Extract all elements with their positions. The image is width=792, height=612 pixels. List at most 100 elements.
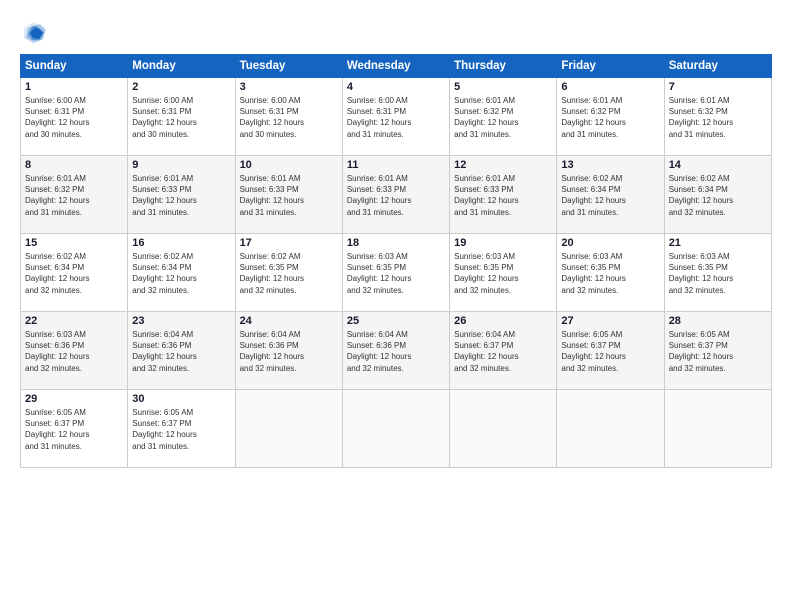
day-number: 10	[240, 159, 338, 171]
day-info: Sunrise: 6:02 AM Sunset: 6:34 PM Dayligh…	[561, 173, 659, 218]
day-number: 29	[25, 393, 123, 405]
calendar-cell: 26 Sunrise: 6:04 AM Sunset: 6:37 PM Dayli…	[450, 312, 557, 390]
calendar-cell: 9 Sunrise: 6:01 AM Sunset: 6:33 PM Daylig…	[128, 156, 235, 234]
day-number: 3	[240, 81, 338, 93]
day-info: Sunrise: 6:00 AM Sunset: 6:31 PM Dayligh…	[132, 95, 230, 140]
calendar-cell: 22 Sunrise: 6:03 AM Sunset: 6:36 PM Dayli…	[21, 312, 128, 390]
day-info: Sunrise: 6:03 AM Sunset: 6:35 PM Dayligh…	[454, 251, 552, 296]
day-number: 16	[132, 237, 230, 249]
week-row-3: 15 Sunrise: 6:02 AM Sunset: 6:34 PM Dayli…	[21, 234, 772, 312]
day-info: Sunrise: 6:01 AM Sunset: 6:33 PM Dayligh…	[347, 173, 445, 218]
day-info: Sunrise: 6:05 AM Sunset: 6:37 PM Dayligh…	[132, 407, 230, 452]
calendar-cell: 7 Sunrise: 6:01 AM Sunset: 6:32 PM Daylig…	[664, 78, 771, 156]
day-number: 25	[347, 315, 445, 327]
weekday-header-row: SundayMondayTuesdayWednesdayThursdayFrid…	[21, 55, 772, 78]
day-number: 18	[347, 237, 445, 249]
header	[20, 18, 772, 46]
page: SundayMondayTuesdayWednesdayThursdayFrid…	[0, 0, 792, 612]
day-number: 15	[25, 237, 123, 249]
calendar-cell: 5 Sunrise: 6:01 AM Sunset: 6:32 PM Daylig…	[450, 78, 557, 156]
calendar-cell: 14Sunrise: 6:02 AM Sunset: 6:34 PM Dayli…	[664, 156, 771, 234]
day-info: Sunrise: 6:01 AM Sunset: 6:32 PM Dayligh…	[561, 95, 659, 140]
calendar-cell	[557, 390, 664, 468]
calendar-cell: 1 Sunrise: 6:00 AM Sunset: 6:31 PM Daylig…	[21, 78, 128, 156]
weekday-header-sunday: Sunday	[21, 55, 128, 78]
calendar-cell: 18 Sunrise: 6:03 AM Sunset: 6:35 PM Dayli…	[342, 234, 449, 312]
day-number: 1	[25, 81, 123, 93]
calendar-cell: 25 Sunrise: 6:04 AM Sunset: 6:36 PM Dayli…	[342, 312, 449, 390]
day-info: Sunrise: 6:02 AM Sunset: 6:35 PM Dayligh…	[240, 251, 338, 296]
day-info: Sunrise: 6:03 AM Sunset: 6:35 PM Dayligh…	[347, 251, 445, 296]
day-number: 19	[454, 237, 552, 249]
day-info: Sunrise: 6:05 AM Sunset: 6:37 PM Dayligh…	[561, 329, 659, 374]
calendar-cell: 16Sunrise: 6:02 AM Sunset: 6:34 PM Dayli…	[128, 234, 235, 312]
day-number: 20	[561, 237, 659, 249]
day-info: Sunrise: 6:01 AM Sunset: 6:33 PM Dayligh…	[132, 173, 230, 218]
calendar-cell: 19 Sunrise: 6:03 AM Sunset: 6:35 PM Dayli…	[450, 234, 557, 312]
weekday-header-tuesday: Tuesday	[235, 55, 342, 78]
day-info: Sunrise: 6:02 AM Sunset: 6:34 PM Dayligh…	[25, 251, 123, 296]
day-info: Sunrise: 6:05 AM Sunset: 6:37 PM Dayligh…	[669, 329, 767, 374]
day-info: Sunrise: 6:03 AM Sunset: 6:36 PM Dayligh…	[25, 329, 123, 374]
calendar-cell	[235, 390, 342, 468]
calendar-cell: 21Sunrise: 6:03 AM Sunset: 6:35 PM Dayli…	[664, 234, 771, 312]
day-number: 13	[561, 159, 659, 171]
calendar-cell: 8 Sunrise: 6:01 AM Sunset: 6:32 PM Daylig…	[21, 156, 128, 234]
day-number: 7	[669, 81, 767, 93]
day-info: Sunrise: 6:04 AM Sunset: 6:36 PM Dayligh…	[347, 329, 445, 374]
day-number: 24	[240, 315, 338, 327]
calendar-cell: 23Sunrise: 6:04 AM Sunset: 6:36 PM Dayli…	[128, 312, 235, 390]
calendar-cell: 17 Sunrise: 6:02 AM Sunset: 6:35 PM Dayli…	[235, 234, 342, 312]
calendar-cell	[664, 390, 771, 468]
day-info: Sunrise: 6:04 AM Sunset: 6:36 PM Dayligh…	[240, 329, 338, 374]
weekday-header-monday: Monday	[128, 55, 235, 78]
calendar-cell: 30 Sunrise: 6:05 AM Sunset: 6:37 PM Dayli…	[128, 390, 235, 468]
weekday-header-thursday: Thursday	[450, 55, 557, 78]
day-number: 30	[132, 393, 230, 405]
calendar-cell: 28 Sunrise: 6:05 AM Sunset: 6:37 PM Dayli…	[664, 312, 771, 390]
day-number: 4	[347, 81, 445, 93]
day-info: Sunrise: 6:00 AM Sunset: 6:31 PM Dayligh…	[25, 95, 123, 140]
calendar-cell: 27 Sunrise: 6:05 AM Sunset: 6:37 PM Dayli…	[557, 312, 664, 390]
calendar-cell: 4 Sunrise: 6:00 AM Sunset: 6:31 PM Daylig…	[342, 78, 449, 156]
day-number: 26	[454, 315, 552, 327]
day-info: Sunrise: 6:02 AM Sunset: 6:34 PM Dayligh…	[669, 173, 767, 218]
day-info: Sunrise: 6:05 AM Sunset: 6:37 PM Dayligh…	[25, 407, 123, 452]
calendar-cell: 11 Sunrise: 6:01 AM Sunset: 6:33 PM Dayli…	[342, 156, 449, 234]
day-number: 6	[561, 81, 659, 93]
day-number: 23	[132, 315, 230, 327]
day-info: Sunrise: 6:01 AM Sunset: 6:33 PM Dayligh…	[454, 173, 552, 218]
day-number: 28	[669, 315, 767, 327]
logo	[20, 18, 52, 46]
day-info: Sunrise: 6:01 AM Sunset: 6:32 PM Dayligh…	[669, 95, 767, 140]
day-number: 11	[347, 159, 445, 171]
calendar-cell: 24 Sunrise: 6:04 AM Sunset: 6:36 PM Dayli…	[235, 312, 342, 390]
day-number: 17	[240, 237, 338, 249]
day-info: Sunrise: 6:00 AM Sunset: 6:31 PM Dayligh…	[240, 95, 338, 140]
weekday-header-saturday: Saturday	[664, 55, 771, 78]
calendar-cell: 3 Sunrise: 6:00 AM Sunset: 6:31 PM Daylig…	[235, 78, 342, 156]
day-number: 22	[25, 315, 123, 327]
day-info: Sunrise: 6:03 AM Sunset: 6:35 PM Dayligh…	[669, 251, 767, 296]
day-number: 9	[132, 159, 230, 171]
calendar-cell: 6 Sunrise: 6:01 AM Sunset: 6:32 PM Daylig…	[557, 78, 664, 156]
calendar-cell	[450, 390, 557, 468]
calendar-cell: 29 Sunrise: 6:05 AM Sunset: 6:37 PM Dayli…	[21, 390, 128, 468]
day-number: 5	[454, 81, 552, 93]
calendar-cell: 15 Sunrise: 6:02 AM Sunset: 6:34 PM Dayli…	[21, 234, 128, 312]
day-number: 8	[25, 159, 123, 171]
calendar-cell: 12Sunrise: 6:01 AM Sunset: 6:33 PM Dayli…	[450, 156, 557, 234]
calendar-cell: 20Sunrise: 6:03 AM Sunset: 6:35 PM Dayli…	[557, 234, 664, 312]
day-info: Sunrise: 6:01 AM Sunset: 6:32 PM Dayligh…	[25, 173, 123, 218]
day-info: Sunrise: 6:01 AM Sunset: 6:33 PM Dayligh…	[240, 173, 338, 218]
day-info: Sunrise: 6:00 AM Sunset: 6:31 PM Dayligh…	[347, 95, 445, 140]
calendar-cell: 13 Sunrise: 6:02 AM Sunset: 6:34 PM Dayli…	[557, 156, 664, 234]
week-row-5: 29 Sunrise: 6:05 AM Sunset: 6:37 PM Dayli…	[21, 390, 772, 468]
day-number: 27	[561, 315, 659, 327]
day-number: 2	[132, 81, 230, 93]
day-info: Sunrise: 6:04 AM Sunset: 6:37 PM Dayligh…	[454, 329, 552, 374]
weekday-header-friday: Friday	[557, 55, 664, 78]
day-info: Sunrise: 6:01 AM Sunset: 6:32 PM Dayligh…	[454, 95, 552, 140]
weekday-header-wednesday: Wednesday	[342, 55, 449, 78]
week-row-1: 1 Sunrise: 6:00 AM Sunset: 6:31 PM Daylig…	[21, 78, 772, 156]
